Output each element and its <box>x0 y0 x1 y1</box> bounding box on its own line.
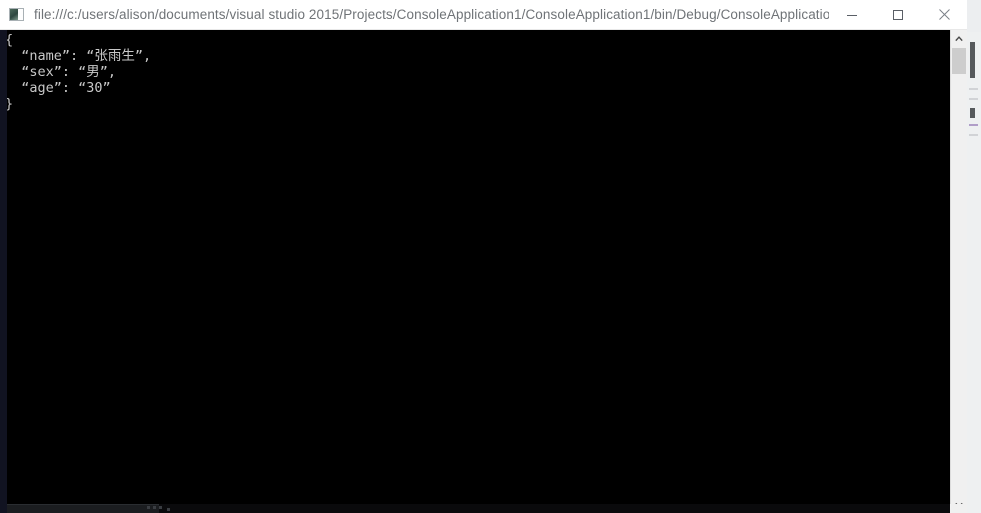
background-window-sliver <box>967 32 981 513</box>
maximize-icon <box>893 9 903 20</box>
close-button[interactable] <box>921 0 967 30</box>
background-dark-block <box>970 108 975 118</box>
scroll-up-button[interactable] <box>951 30 967 47</box>
horizontal-scrollbar-thumb[interactable] <box>7 504 159 513</box>
vertical-scrollbar-track[interactable] <box>951 47 967 496</box>
close-icon <box>938 9 950 20</box>
console-app-icon <box>9 7 25 22</box>
minimize-button[interactable] <box>829 0 875 30</box>
background-line <box>969 98 978 100</box>
title-bar: file:///c:/users/alison/documents/visual… <box>0 0 967 30</box>
scrollbar-corner <box>950 504 967 513</box>
chevron-up-icon <box>955 35 963 41</box>
minimize-icon <box>847 14 857 16</box>
vertical-scrollbar-thumb[interactable] <box>952 48 966 74</box>
background-dark-block <box>970 42 975 78</box>
icon-screen <box>10 8 18 20</box>
desktop-background: file:///c:/users/alison/documents/visual… <box>0 0 981 513</box>
console-output-area[interactable]: { “name”: “张雨生”, “sex”: “男”, “age”: “30”… <box>0 30 967 513</box>
vertical-scrollbar[interactable] <box>950 30 967 513</box>
console-window: file:///c:/users/alison/documents/visual… <box>0 0 967 513</box>
background-line <box>969 134 978 136</box>
horizontal-scrollbar-marks <box>147 505 187 511</box>
background-line <box>969 124 978 126</box>
horizontal-scrollbar[interactable] <box>7 504 957 513</box>
maximize-button[interactable] <box>875 0 921 30</box>
console-output-text: { “name”: “张雨生”, “sex”: “男”, “age”: “30”… <box>5 32 152 112</box>
background-line <box>969 88 978 90</box>
window-title: file:///c:/users/alison/documents/visual… <box>34 6 829 22</box>
